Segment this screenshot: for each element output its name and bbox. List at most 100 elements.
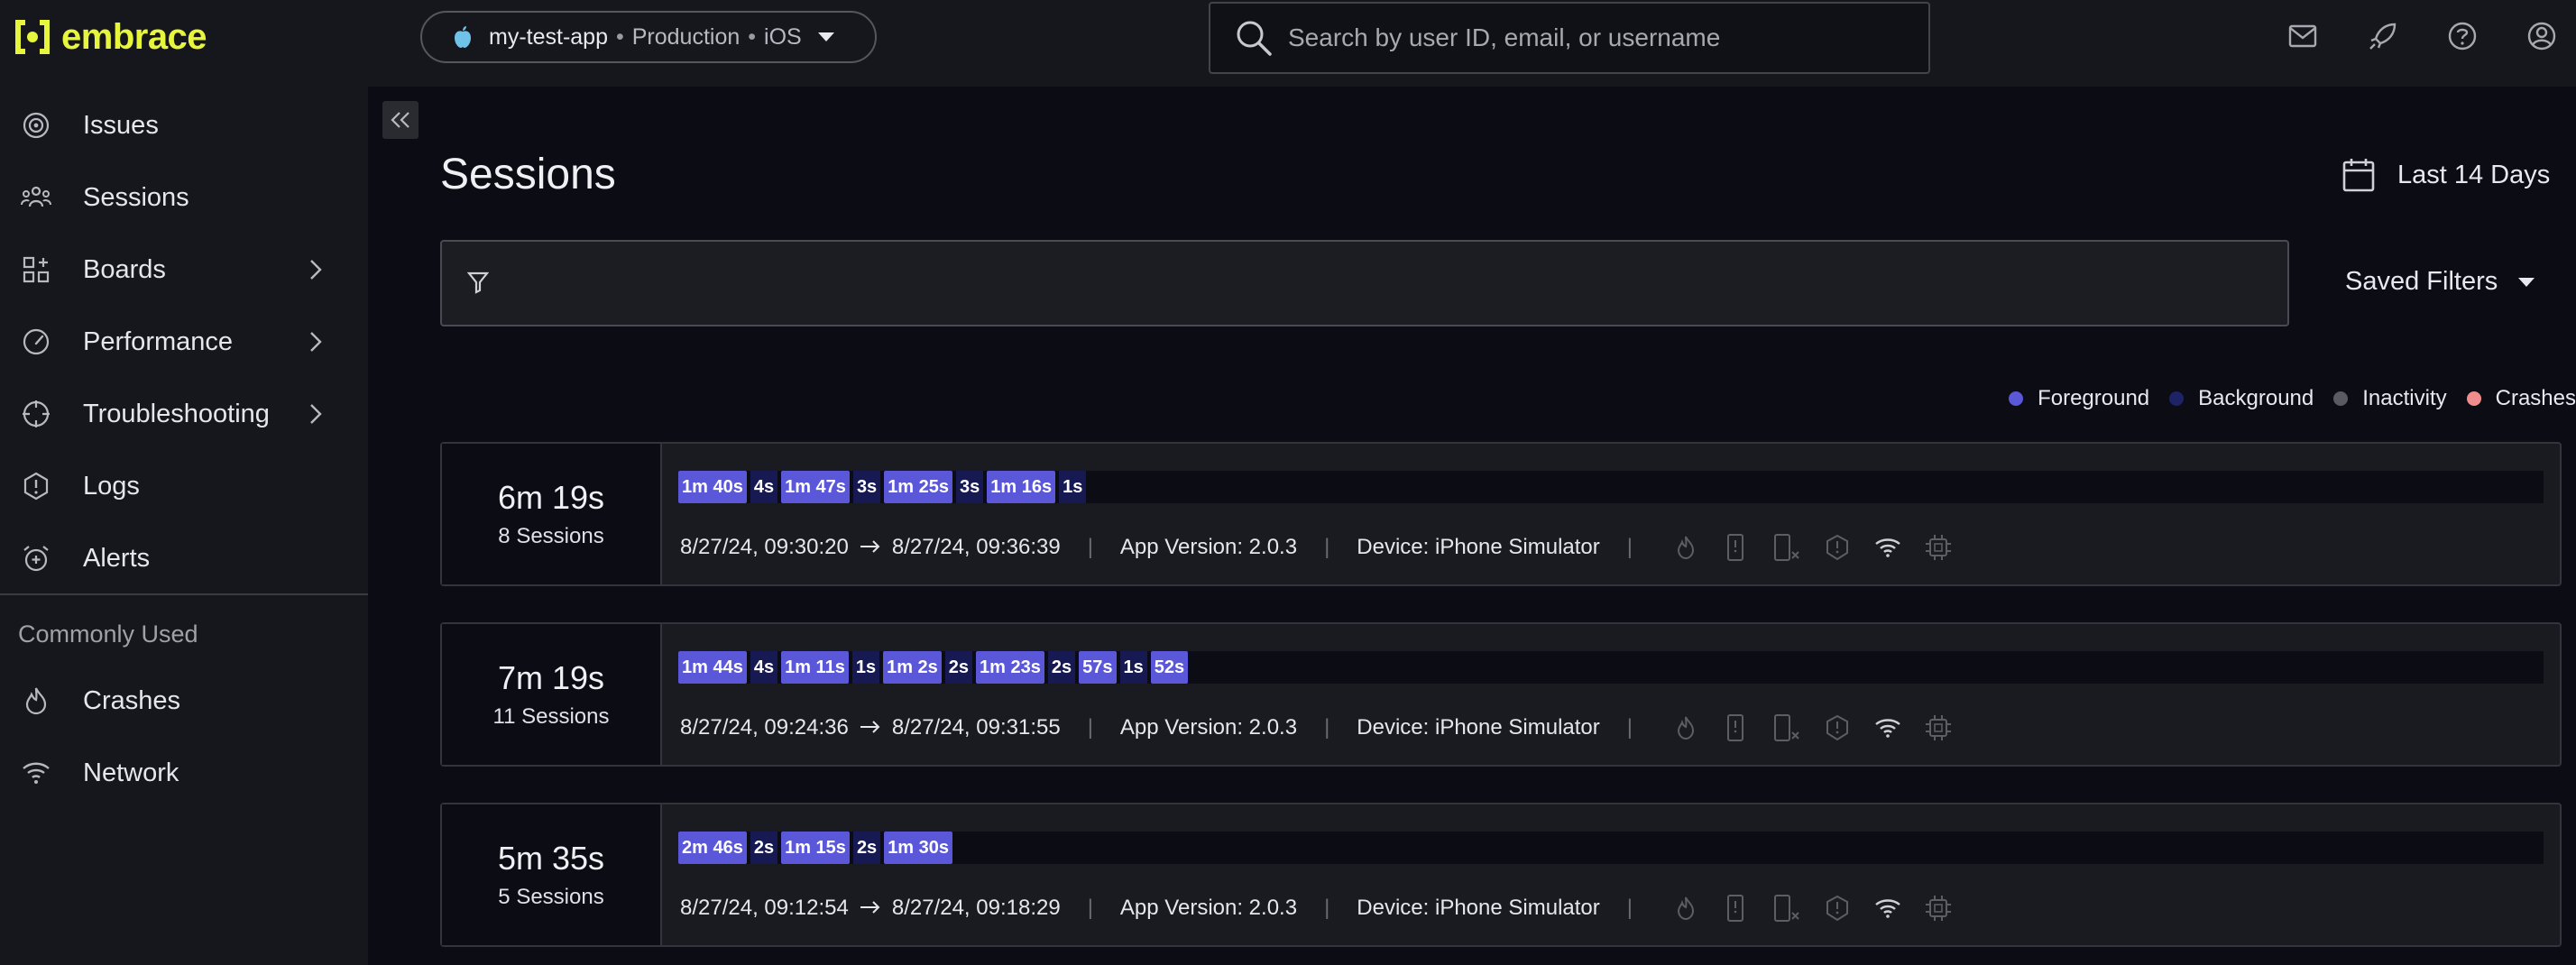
session-count: 5 Sessions	[498, 885, 604, 909]
phone-alert-icon[interactable]	[1721, 893, 1752, 924]
session-card[interactable]: 5m 35s 5 Sessions 2m 46s 2s 1m 15s 2s 1m 30s…	[440, 803, 2562, 947]
phone-x-icon[interactable]	[1771, 532, 1802, 563]
cpu-icon[interactable]	[1923, 893, 1954, 924]
brand-name: embrace	[61, 16, 207, 57]
section-label-commonly-used: Commonly Used	[18, 620, 198, 648]
timeline-segment-foreground[interactable]: 1m 2s	[883, 651, 942, 684]
collapse-sidebar-button[interactable]	[382, 101, 419, 139]
app-switcher[interactable]: my-test-app • Production • iOS	[420, 11, 877, 63]
chevron-right-icon	[308, 400, 330, 427]
search-input[interactable]	[1286, 23, 1867, 53]
crosshair-icon	[20, 398, 52, 430]
sidebar-item-troubleshooting[interactable]: Troubleshooting	[0, 382, 368, 446]
meta-separator: |	[1626, 715, 1633, 740]
session-timeline[interactable]: 1m 40s 4s 1m 47s 3s 1m 25s 3s 1m 16s 1s	[678, 471, 2544, 503]
sidebar-item-boards[interactable]: Boards	[0, 238, 368, 301]
meta-separator: |	[1324, 715, 1330, 740]
search-box[interactable]	[1209, 2, 1930, 74]
sidebar-item-issues[interactable]: Issues	[0, 94, 368, 157]
session-start: 8/27/24, 09:24:36	[680, 715, 849, 740]
sidebar-item-label: Crashes	[83, 685, 180, 715]
timeline-segment-foreground[interactable]: 57s	[1079, 651, 1117, 684]
chevron-right-icon	[308, 328, 330, 355]
sidebar-item-network[interactable]: Network	[0, 741, 368, 804]
timeline-segment-background[interactable]: 1s	[851, 651, 880, 684]
sidebar-item-logs[interactable]: Logs	[0, 455, 368, 518]
timeline-segment-background[interactable]: 4s	[750, 651, 778, 684]
sidebar-item-sessions[interactable]: Sessions	[0, 166, 368, 229]
wifi-icon[interactable]	[1872, 712, 1903, 743]
date-range-picker[interactable]: Last 14 Days	[2341, 157, 2550, 193]
help-icon[interactable]	[2446, 18, 2479, 54]
timeline-segment-foreground[interactable]: 1m 47s	[781, 471, 850, 503]
timeline-segment-background[interactable]: 2s	[944, 651, 973, 684]
brand-logo[interactable]: embrace	[13, 14, 207, 60]
session-timeline[interactable]: 1m 44s 4s 1m 11s 1s 1m 2s 2s 1m 23s 2s 57s 1s 52s	[678, 651, 2544, 684]
cpu-icon[interactable]	[1923, 712, 1954, 743]
timeline-segment-background[interactable]: 1s	[1059, 471, 1087, 503]
wifi-icon	[20, 757, 52, 789]
session-app-version: App Version: 2.0.3	[1119, 535, 1298, 559]
timeline-segment-foreground[interactable]: 1m 25s	[884, 471, 953, 503]
rocket-icon[interactable]	[2367, 18, 2399, 54]
timeline-segment-foreground[interactable]: 1m 44s	[678, 651, 747, 684]
legend-swatch	[2333, 391, 2349, 406]
timeline-segment-foreground[interactable]: 1m 16s	[987, 471, 1056, 503]
sidebar-item-crashes[interactable]: Crashes	[0, 669, 368, 732]
saved-filters-dropdown[interactable]: Saved Filters	[2345, 267, 2535, 297]
timeline-segment-background[interactable]: 2s	[1047, 651, 1076, 684]
wifi-icon[interactable]	[1872, 532, 1903, 563]
timeline-segment-foreground[interactable]: 1m 11s	[781, 651, 849, 684]
legend: Foreground Background Inactivity Crashes	[2009, 386, 2576, 411]
sidebar-item-alerts[interactable]: Alerts	[0, 527, 368, 590]
saved-filters-label: Saved Filters	[2345, 267, 2498, 296]
app-platform: iOS	[764, 23, 802, 50]
timeline-segment-foreground[interactable]: 52s	[1150, 651, 1189, 684]
timeline-segment-background[interactable]: 4s	[750, 471, 778, 503]
wifi-icon[interactable]	[1872, 893, 1903, 924]
legend-label: Inactivity	[2362, 386, 2447, 410]
timeline-segment-background[interactable]: 3s	[852, 471, 881, 503]
session-device: Device: iPhone Simulator	[1357, 715, 1600, 740]
session-meta: 8/27/24, 09:24:36 8/27/24, 09:31:55 | Ap…	[680, 712, 1954, 743]
timeline-segment-foreground[interactable]: 1m 23s	[976, 651, 1044, 684]
cpu-icon[interactable]	[1923, 532, 1954, 563]
timeline-segment-foreground[interactable]: 1m 40s	[678, 471, 747, 503]
session-end: 8/27/24, 09:18:29	[891, 896, 1061, 920]
timeline-segment-foreground[interactable]: 2m 46s	[678, 832, 747, 864]
phone-x-icon[interactable]	[1771, 712, 1802, 743]
timeline-segment-background[interactable]: 3s	[956, 471, 984, 503]
meta-separator: |	[1626, 896, 1633, 920]
meta-separator: |	[1324, 535, 1330, 559]
hexagon-alert-icon[interactable]	[1822, 893, 1853, 924]
phone-x-icon[interactable]	[1771, 893, 1802, 924]
hexagon-alert-icon[interactable]	[1822, 712, 1853, 743]
sidebar-item-performance[interactable]: Performance	[0, 310, 368, 373]
legend-item-foreground: Foreground	[2009, 386, 2149, 411]
session-timeline[interactable]: 2m 46s 2s 1m 15s 2s 1m 30s	[678, 832, 2544, 864]
session-card[interactable]: 7m 19s 11 Sessions 1m 44s 4s 1m 11s 1s 1m 2s…	[440, 622, 2562, 767]
timeline-segment-background[interactable]: 1s	[1119, 651, 1147, 684]
timeline-segment-foreground[interactable]: 1m 15s	[781, 832, 850, 864]
account-icon[interactable]	[2525, 18, 2558, 54]
hexagon-alert-icon[interactable]	[1822, 532, 1853, 563]
flame-icon[interactable]	[1670, 893, 1701, 924]
timeline-segment-background[interactable]: 2s	[750, 832, 778, 864]
meta-separator: |	[1087, 715, 1093, 740]
alarm-icon	[20, 542, 52, 574]
mail-icon[interactable]	[2287, 18, 2320, 54]
boards-icon	[20, 253, 52, 286]
phone-alert-icon[interactable]	[1721, 712, 1752, 743]
flame-icon[interactable]	[1670, 712, 1701, 743]
filter-bar[interactable]	[440, 240, 2289, 326]
sidebar-item-label: Network	[83, 758, 179, 787]
phone-alert-icon[interactable]	[1721, 532, 1752, 563]
timeline-segment-background[interactable]: 2s	[852, 832, 881, 864]
app-name: my-test-app	[489, 23, 608, 50]
flame-icon[interactable]	[1670, 532, 1701, 563]
session-app-version: App Version: 2.0.3	[1119, 715, 1298, 740]
timeline-segment-foreground[interactable]: 1m 30s	[884, 832, 953, 864]
session-card[interactable]: 6m 19s 8 Sessions 1m 40s 4s 1m 47s 3s 1m 25s…	[440, 442, 2562, 586]
search-icon	[1237, 21, 1272, 56]
session-device: Device: iPhone Simulator	[1357, 535, 1600, 559]
